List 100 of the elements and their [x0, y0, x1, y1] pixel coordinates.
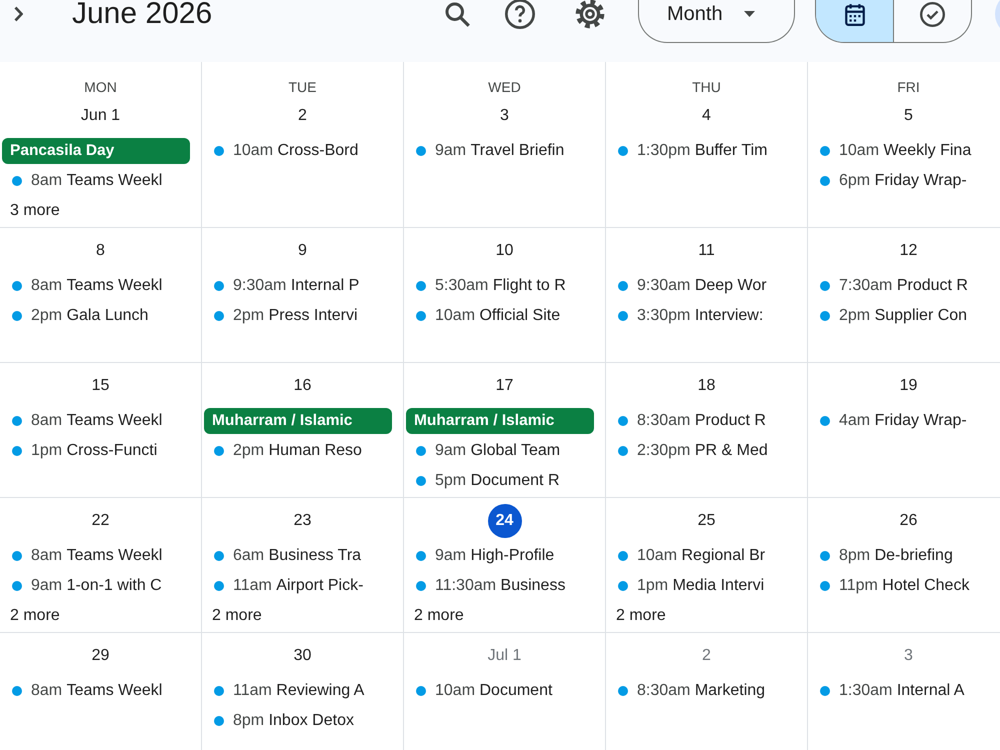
- event-dot-icon: [820, 146, 830, 156]
- event-item[interactable]: 10am Regional Br: [606, 543, 766, 569]
- date-label[interactable]: 3: [488, 99, 522, 133]
- chevron-right-icon[interactable]: [14, 6, 23, 22]
- date-label[interactable]: 10: [488, 234, 522, 268]
- event-item[interactable]: 8:30am Product R: [606, 408, 766, 434]
- event-item[interactable]: 1:30pm Buffer Tim: [606, 138, 768, 164]
- date-label[interactable]: 8: [84, 234, 118, 268]
- holiday-chip[interactable]: Pancasila Day: [2, 138, 190, 164]
- event-item[interactable]: 5:30am Flight to R: [404, 273, 566, 299]
- event-dot-icon: [12, 686, 22, 696]
- event-dot-icon: [12, 446, 22, 456]
- event-item[interactable]: 9am Travel Briefin: [404, 138, 564, 164]
- event-item[interactable]: 9:30am Deep Wor: [606, 273, 767, 299]
- date-label[interactable]: 30: [286, 639, 320, 673]
- event-item[interactable]: 8am Teams Weekl: [0, 273, 162, 299]
- event-item[interactable]: 6am Business Tra: [202, 543, 362, 569]
- weekday-label: WED: [488, 78, 521, 97]
- date-label[interactable]: 29: [84, 639, 118, 673]
- event-item[interactable]: 8pm De-briefing: [808, 543, 953, 569]
- event-item[interactable]: 2pm Gala Lunch: [0, 303, 148, 329]
- date-label[interactable]: 2: [286, 99, 320, 133]
- date-label[interactable]: 22: [84, 504, 118, 538]
- date-label[interactable]: 26: [892, 504, 926, 538]
- date-label[interactable]: 23: [286, 504, 320, 538]
- date-label[interactable]: 11: [690, 234, 724, 268]
- weekday-label: TUE: [288, 78, 316, 97]
- more-link[interactable]: 2 more: [10, 603, 60, 629]
- date-label[interactable]: 2: [690, 639, 724, 673]
- event-item[interactable]: 11am Reviewing A: [202, 678, 364, 704]
- weekday-label: MON: [84, 78, 117, 97]
- event-item[interactable]: 8:30am Marketing: [606, 678, 766, 704]
- more-link[interactable]: 2 more: [212, 603, 262, 629]
- caret-icon: [744, 11, 755, 17]
- event-item[interactable]: 10am Cross-Bord: [202, 138, 358, 164]
- event-dot-icon: [214, 716, 224, 726]
- event-item[interactable]: 10am Weekly Fina: [808, 138, 972, 164]
- event-item[interactable]: 8am Teams Weekl: [0, 543, 162, 569]
- event-dot-icon: [618, 446, 628, 456]
- event-item[interactable]: 6pm Friday Wrap-: [808, 168, 967, 194]
- view-dropdown[interactable]: Month: [638, 0, 795, 43]
- event-item[interactable]: 8pm Inbox Detox: [202, 708, 354, 734]
- date-label[interactable]: 3: [892, 639, 926, 673]
- event-dot-icon: [12, 551, 22, 561]
- event-dot-icon: [12, 281, 22, 291]
- date-label[interactable]: 16: [286, 369, 320, 403]
- event-item[interactable]: 8am Teams Weekl: [0, 408, 162, 434]
- event-item[interactable]: 2pm Human Reso: [202, 438, 362, 464]
- date-label[interactable]: 5: [892, 99, 926, 133]
- event-item[interactable]: 3:30pm Interview:: [606, 303, 764, 329]
- more-link[interactable]: 3 more: [10, 198, 60, 224]
- event-dot-icon: [820, 581, 830, 591]
- date-label[interactable]: 24: [488, 504, 522, 538]
- event-item[interactable]: 9:30am Internal P: [202, 273, 360, 299]
- event-dot-icon: [214, 581, 224, 591]
- event-dot-icon: [618, 281, 628, 291]
- settings-icon[interactable]: [575, 0, 605, 29]
- help-icon[interactable]: [505, 0, 535, 29]
- search-icon[interactable]: [445, 2, 470, 27]
- event-dot-icon: [214, 686, 224, 696]
- toggle-button[interactable]: [816, 0, 893, 42]
- date-label[interactable]: 12: [892, 234, 926, 268]
- holiday-chip[interactable]: Muharram / Islamic: [406, 408, 594, 434]
- event-item[interactable]: 1pm Cross-Functi: [0, 438, 158, 464]
- event-item[interactable]: 8am Teams Weekl: [0, 168, 162, 194]
- event-item[interactable]: 5pm Document R: [404, 468, 560, 494]
- date-label[interactable]: 19: [892, 369, 926, 403]
- event-item[interactable]: 11:30am Business: [404, 573, 566, 599]
- event-item[interactable]: 2pm Press Intervi: [202, 303, 358, 329]
- event-dot-icon: [214, 146, 224, 156]
- event-item[interactable]: 4am Friday Wrap-: [808, 408, 967, 434]
- event-item[interactable]: 8am Teams Weekl: [0, 678, 162, 704]
- event-dot-icon: [416, 281, 426, 291]
- event-item[interactable]: 9am Global Team: [404, 438, 560, 464]
- event-item[interactable]: 9am High-Profile: [404, 543, 554, 569]
- date-label[interactable]: 15: [84, 369, 118, 403]
- event-item[interactable]: 10am Official Site: [404, 303, 560, 329]
- event-dot-icon: [618, 416, 628, 426]
- holiday-chip[interactable]: Muharram / Islamic: [204, 408, 392, 434]
- date-label[interactable]: 9: [286, 234, 320, 268]
- event-item[interactable]: 9am 1-on-1 with C: [0, 573, 162, 599]
- event-item[interactable]: 2:30pm PR & Med: [606, 438, 768, 464]
- event-dot-icon: [820, 281, 830, 291]
- event-item[interactable]: 11am Airport Pick-: [202, 573, 364, 599]
- date-label[interactable]: 4: [690, 99, 724, 133]
- date-label[interactable]: 17: [488, 369, 522, 403]
- event-item[interactable]: 11pm Hotel Check: [808, 573, 970, 599]
- date-label[interactable]: 18: [690, 369, 724, 403]
- more-link[interactable]: 2 more: [414, 603, 464, 629]
- more-link[interactable]: 2 more: [616, 603, 666, 629]
- event-item[interactable]: 2pm Supplier Con: [808, 303, 968, 329]
- date-label[interactable]: Jul 1: [482, 639, 526, 673]
- date-label[interactable]: 25: [690, 504, 724, 538]
- event-dot-icon: [416, 146, 426, 156]
- event-item[interactable]: 7:30am Product R: [808, 273, 968, 299]
- event-item[interactable]: 1pm Media Intervi: [606, 573, 764, 599]
- date-label[interactable]: Jun 1: [76, 99, 126, 133]
- event-item[interactable]: 1:30am Internal A: [808, 678, 964, 704]
- event-item[interactable]: 10am Document: [404, 678, 552, 704]
- event-dot-icon: [618, 311, 628, 321]
